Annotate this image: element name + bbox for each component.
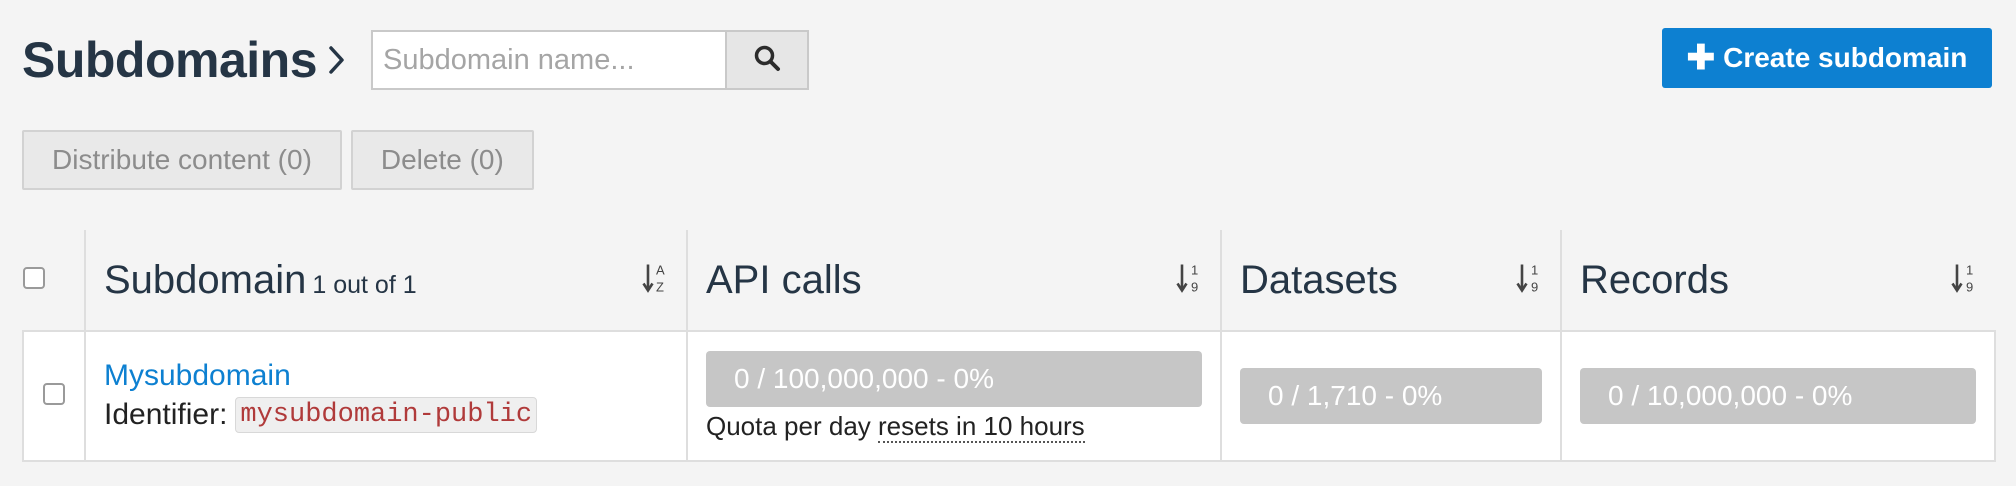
create-subdomain-button[interactable]: ✚ Create subdomain xyxy=(1662,28,1992,88)
svg-text:9: 9 xyxy=(1191,280,1198,295)
sort-numeric-icon[interactable]: 19 xyxy=(1516,261,1544,300)
chevron-right-icon xyxy=(327,42,357,78)
column-label-records: Records xyxy=(1580,257,1729,302)
delete-button[interactable]: Delete (0) xyxy=(350,130,534,190)
distribute-content-button[interactable]: Distribute content (0) xyxy=(22,130,342,190)
records-cell: 0 / 10,000,000 - 0% xyxy=(1560,330,1996,462)
sort-alpha-icon[interactable]: AZ xyxy=(642,261,670,300)
row-checkbox[interactable] xyxy=(43,382,65,405)
search-button[interactable] xyxy=(725,30,810,90)
quota-reset-info[interactable]: resets in 10 hours xyxy=(878,410,1085,443)
search-icon xyxy=(753,44,781,77)
sort-numeric-icon[interactable]: 19 xyxy=(1951,261,1979,300)
svg-text:A: A xyxy=(656,263,665,278)
identifier-value: mysubdomain-public xyxy=(235,397,538,433)
column-header-subdomain[interactable]: Subdomain 1 out of 1 AZ xyxy=(84,230,687,332)
table-row: Mysubdomain Identifier: mysubdomain-publ… xyxy=(22,330,1996,462)
select-all-cell xyxy=(23,230,85,332)
identifier-label: Identifier: xyxy=(104,398,228,431)
datasets-cell: 0 / 1,710 - 0% xyxy=(1220,330,1562,462)
page-header: Subdomains xyxy=(22,28,810,92)
datasets-progress-bar: 0 / 1,710 - 0% xyxy=(1240,368,1542,424)
subdomain-cell: Mysubdomain Identifier: mysubdomain-publ… xyxy=(84,330,688,462)
subdomain-link[interactable]: Mysubdomain xyxy=(104,359,668,393)
svg-text:1: 1 xyxy=(1966,263,1973,278)
svg-text:1: 1 xyxy=(1531,263,1538,278)
page-title: Subdomains xyxy=(22,32,318,88)
row-select-cell xyxy=(22,330,86,462)
svg-text:9: 9 xyxy=(1966,280,1973,295)
records-value: 0 / 10,000,000 - 0% xyxy=(1608,380,1853,411)
svg-text:Z: Z xyxy=(656,280,664,295)
svg-text:1: 1 xyxy=(1191,263,1198,278)
search-input[interactable] xyxy=(371,30,726,90)
api-calls-value: 0 / 100,000,000 - 0% xyxy=(734,362,994,394)
column-label-subdomain: Subdomain xyxy=(104,257,307,302)
table-header-row: Subdomain 1 out of 1 AZ API calls 19 Data… xyxy=(23,230,1995,332)
svg-text:9: 9 xyxy=(1531,280,1538,295)
sort-numeric-icon[interactable]: 19 xyxy=(1176,261,1204,300)
bulk-actions: Distribute content (0) Delete (0) xyxy=(22,130,534,190)
api-calls-cell: 0 / 100,000,000 - 0% Quota per day reset… xyxy=(686,330,1222,462)
plus-icon: ✚ xyxy=(1686,39,1716,77)
identifier-line: Identifier: mysubdomain-public xyxy=(104,397,668,433)
quota-note-prefix: Quota per day xyxy=(706,410,871,441)
column-header-datasets[interactable]: Datasets 19 xyxy=(1220,230,1561,332)
column-header-api-calls[interactable]: API calls 19 xyxy=(686,230,1221,332)
column-header-records[interactable]: Records 19 xyxy=(1560,230,1995,332)
search-group xyxy=(371,30,810,90)
column-label-api-calls: API calls xyxy=(706,257,862,302)
subdomains-table: Subdomain 1 out of 1 AZ API calls 19 Data… xyxy=(22,230,1996,462)
select-all-checkbox[interactable] xyxy=(23,266,45,289)
records-progress-bar: 0 / 10,000,000 - 0% xyxy=(1580,368,1976,424)
datasets-value: 0 / 1,710 - 0% xyxy=(1268,380,1443,411)
api-calls-progress-bar: 0 / 100,000,000 - 0% xyxy=(706,350,1202,407)
create-subdomain-label: Create subdomain xyxy=(1723,42,1968,73)
subdomain-count: 1 out of 1 xyxy=(312,270,417,299)
quota-note: Quota per day resets in 10 hours xyxy=(706,410,1202,443)
column-label-datasets: Datasets xyxy=(1240,257,1398,302)
